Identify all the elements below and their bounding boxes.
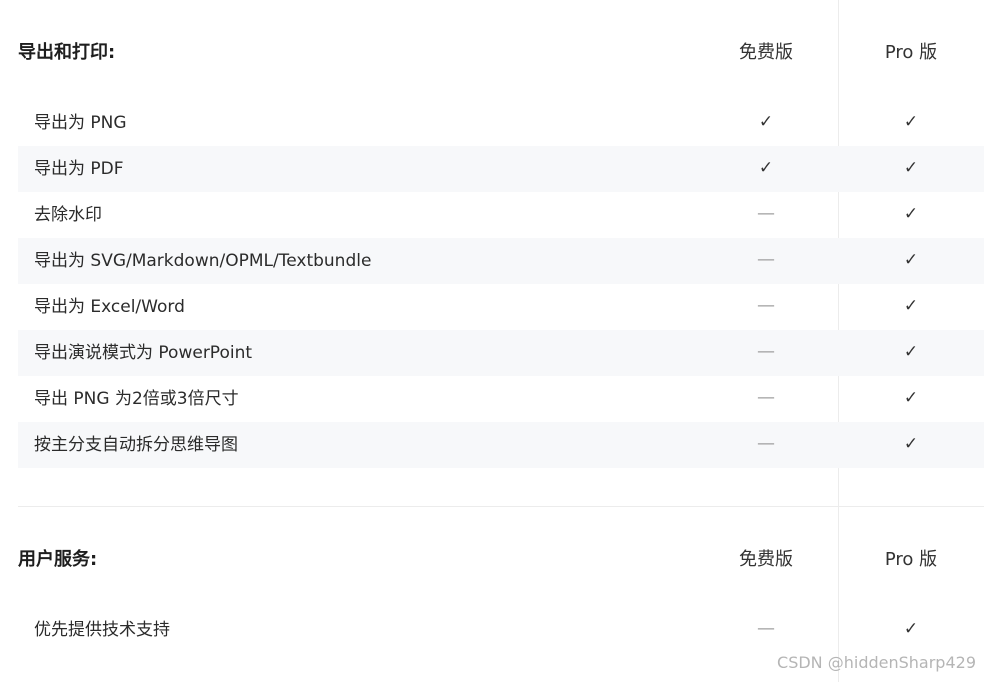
check-icon: ✓: [903, 619, 919, 639]
feature-row: 导出 PNG 为2倍或3倍尺寸 — ✓: [18, 376, 984, 422]
check-icon: ✓: [903, 388, 919, 408]
check-icon: ✓: [903, 158, 919, 178]
feature-row: 优先提供技术支持 — ✓: [18, 607, 984, 653]
column-header-pro: Pro 版: [884, 42, 938, 63]
feature-label: 导出演说模式为 PowerPoint: [34, 343, 253, 363]
feature-label: 导出为 PNG: [34, 113, 127, 133]
feature-row: 导出为 Excel/Word — ✓: [18, 284, 984, 330]
dash-icon: —: [757, 341, 775, 362]
feature-row: 按主分支自动拆分思维导图 — ✓: [18, 422, 984, 468]
feature-row: 去除水印 — ✓: [18, 192, 984, 238]
feature-label: 导出为 Excel/Word: [34, 297, 185, 317]
feature-label: 按主分支自动拆分思维导图: [34, 435, 238, 455]
check-icon: ✓: [903, 204, 919, 224]
column-header-pro: Pro 版: [884, 549, 938, 570]
dash-icon: —: [757, 387, 775, 408]
feature-row: 导出演说模式为 PowerPoint — ✓: [18, 330, 984, 376]
dash-icon: —: [757, 203, 775, 224]
feature-label: 优先提供技术支持: [34, 620, 170, 640]
feature-row: 导出为 PNG ✓ ✓: [18, 100, 984, 146]
csdn-watermark: CSDN @hiddenSharp429: [777, 653, 976, 672]
feature-label: 导出为 PDF: [34, 159, 124, 179]
check-icon: ✓: [758, 112, 774, 132]
dash-icon: —: [757, 295, 775, 316]
feature-label: 导出为 SVG/Markdown/OPML/Textbundle: [34, 251, 372, 271]
feature-row: 导出为 SVG/Markdown/OPML/Textbundle — ✓: [18, 238, 984, 284]
check-icon: ✓: [903, 250, 919, 270]
column-header-free: 免费版: [739, 549, 793, 570]
dash-icon: —: [757, 433, 775, 454]
check-icon: ✓: [903, 434, 919, 454]
dash-icon: —: [757, 249, 775, 270]
check-icon: ✓: [758, 158, 774, 178]
section-divider: [18, 506, 984, 507]
column-header-free: 免费版: [739, 42, 793, 63]
check-icon: ✓: [903, 342, 919, 362]
check-icon: ✓: [903, 112, 919, 132]
feature-label: 去除水印: [34, 205, 102, 225]
check-icon: ✓: [903, 296, 919, 316]
feature-row: 导出为 PDF ✓ ✓: [18, 146, 984, 192]
section-title-user-services: 用户服务:: [18, 549, 98, 570]
dash-icon: —: [757, 618, 775, 639]
section-title-export-print: 导出和打印:: [18, 42, 116, 63]
feature-label: 导出 PNG 为2倍或3倍尺寸: [34, 389, 239, 409]
